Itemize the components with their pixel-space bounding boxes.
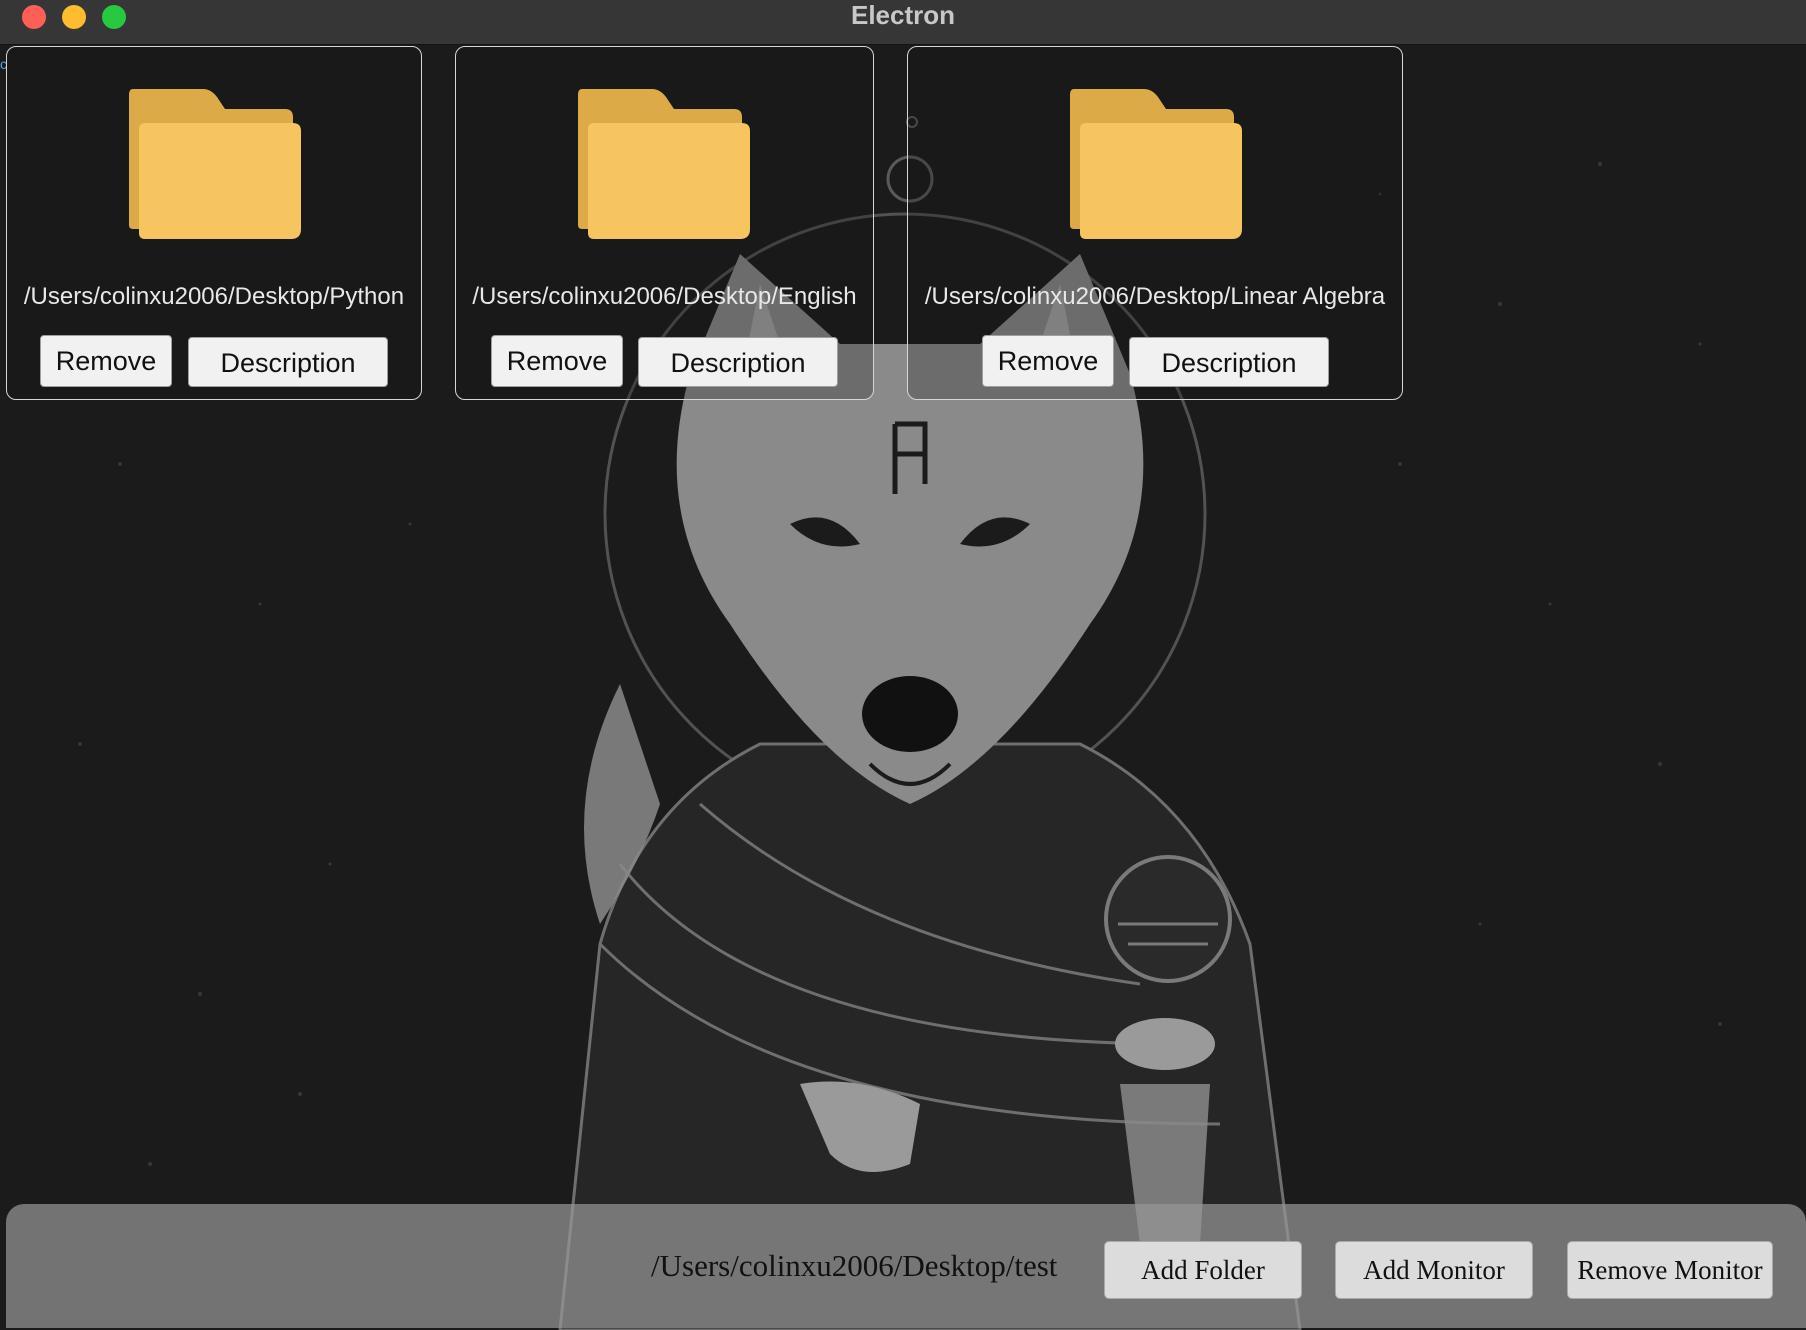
folder-card-linear-algebra: /Users/colinxu2006/Desktop/Linear Algebr…: [907, 46, 1403, 400]
app-window: Electron c /Users/colinxu2006/Desktop/Py…: [0, 0, 1806, 1330]
folder-path-label: /Users/colinxu2006/Desktop/Python: [23, 283, 405, 310]
folder-path-label: /Users/colinxu2006/Desktop/Linear Algebr…: [924, 283, 1386, 310]
add-folder-button[interactable]: Add Folder: [1104, 1241, 1302, 1299]
remove-folder-button[interactable]: Remove: [491, 335, 623, 387]
folder-icon: [129, 89, 301, 239]
folder-card-english: /Users/colinxu2006/Desktop/English Remov…: [455, 46, 874, 400]
title-bar[interactable]: Electron: [0, 0, 1806, 45]
description-button[interactable]: Description: [638, 337, 838, 387]
folder-icon: [1070, 89, 1242, 239]
folder-path-label: /Users/colinxu2006/Desktop/English: [472, 283, 857, 310]
add-monitor-button[interactable]: Add Monitor: [1335, 1241, 1533, 1299]
window-title: Electron: [850, 0, 956, 30]
description-button[interactable]: Description: [1129, 337, 1329, 387]
folder-card-python: /Users/colinxu2006/Desktop/Python Remove…: [6, 46, 422, 400]
current-path-label: /Users/colinxu2006/Desktop/test: [651, 1248, 1058, 1283]
remove-folder-button[interactable]: Remove: [982, 335, 1114, 387]
folder-icon: [578, 89, 750, 239]
bottom-toolbar: /Users/colinxu2006/Desktop/test Add Fold…: [6, 1204, 1806, 1328]
main-content: c /Users/colinxu2006/Desktop/Python Remo…: [0, 44, 1806, 1330]
description-button[interactable]: Description: [188, 337, 388, 387]
remove-monitor-button[interactable]: Remove Monitor: [1567, 1241, 1773, 1299]
remove-folder-button[interactable]: Remove: [40, 335, 172, 387]
